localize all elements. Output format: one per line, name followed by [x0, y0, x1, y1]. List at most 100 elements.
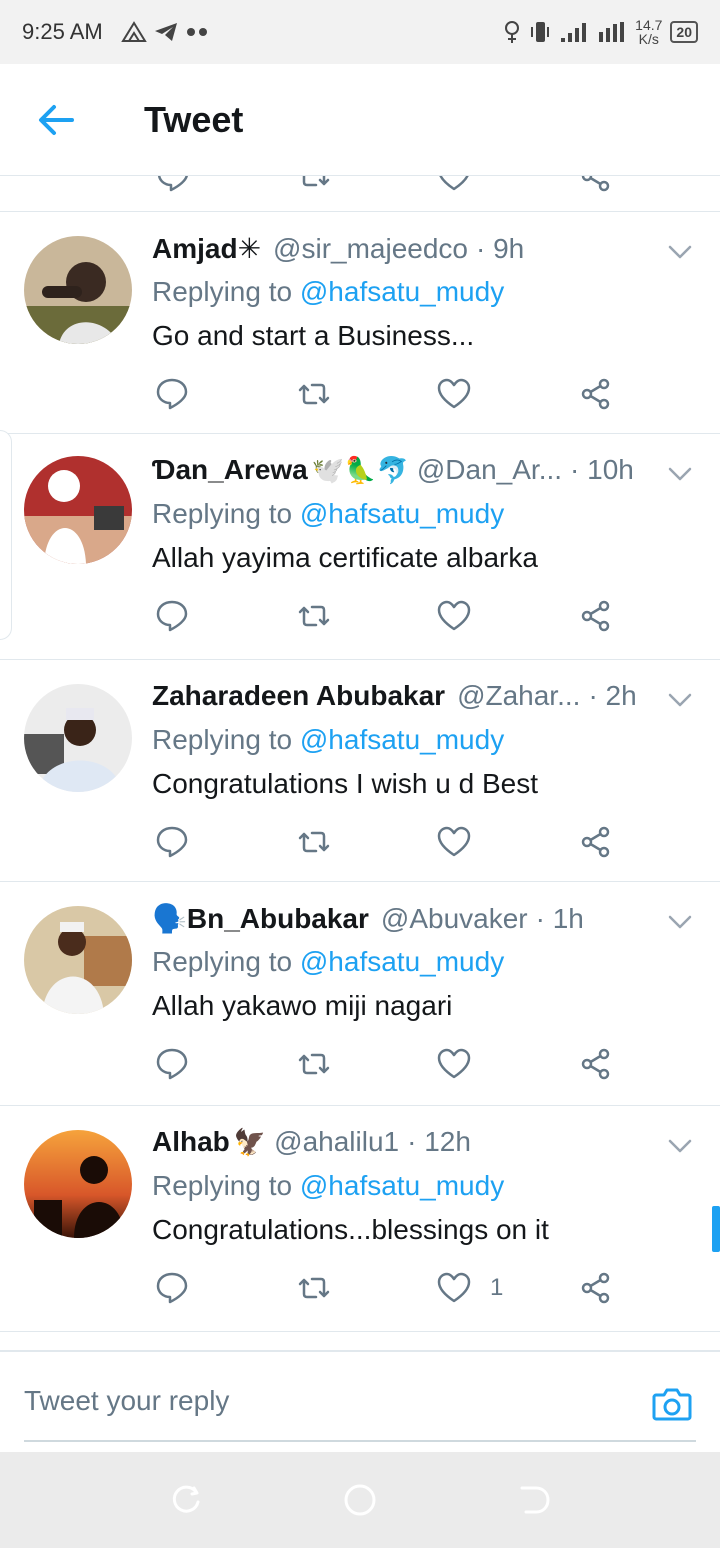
heart-icon	[437, 1048, 471, 1079]
compose-bar	[0, 1350, 720, 1450]
replying-to-label: Replying to	[152, 498, 293, 529]
compose-underline	[24, 1440, 696, 1442]
like-button[interactable]	[436, 1042, 490, 1086]
reply-button[interactable]	[154, 594, 190, 638]
reply-icon	[156, 600, 188, 632]
floating-edge-panel[interactable]	[0, 430, 12, 640]
display-name[interactable]: Zaharadeen Abubakar	[152, 680, 445, 712]
share-button[interactable]	[578, 372, 614, 416]
share-icon	[581, 826, 610, 858]
chevron-down-icon[interactable]	[666, 686, 694, 714]
reply-icon	[156, 1272, 188, 1304]
tweet-time: · 1h	[535, 903, 584, 934]
share-icon[interactable]	[578, 176, 614, 194]
tweet-actions	[152, 372, 632, 416]
share-button[interactable]	[578, 594, 614, 638]
reply-button[interactable]	[154, 820, 190, 864]
display-name[interactable]: Alhab	[152, 1126, 230, 1158]
retweet-icon[interactable]	[296, 176, 332, 194]
replying-to-handle[interactable]: @hafsatu_mudy	[300, 276, 504, 307]
tweet-text: Go and start a Business...	[152, 320, 475, 351]
like-count: 1	[490, 1274, 504, 1301]
avatar[interactable]	[24, 684, 132, 792]
replying-to-label: Replying to	[152, 276, 293, 307]
user-handle[interactable]: @Abuvaker	[381, 903, 528, 935]
chevron-down-icon[interactable]	[666, 238, 694, 266]
tweet-header: Amjad✳ @sir_majeedco · 9h	[152, 232, 650, 265]
replying-to-handle[interactable]: @hafsatu_mudy	[300, 724, 504, 755]
display-name[interactable]: Amjad✳	[152, 232, 261, 265]
network-speed-unit: K/s	[638, 31, 659, 47]
alert-triangle-icon	[120, 21, 147, 42]
user-handle[interactable]: @ahalilu1	[274, 1126, 399, 1158]
signal-icon	[561, 23, 587, 42]
camera-icon[interactable]	[650, 1382, 694, 1426]
reply-button[interactable]	[154, 1266, 190, 1310]
reply-icon	[156, 826, 188, 858]
telegram-icon	[154, 23, 177, 41]
tweet-text: Congratulations I wish u d Best	[152, 768, 538, 799]
retweet-button[interactable]	[296, 1266, 332, 1310]
tweet-text: Allah yayima certificate albarka	[152, 542, 538, 573]
retweet-icon	[298, 1277, 330, 1299]
scrollbar[interactable]	[712, 1206, 720, 1252]
like-button[interactable]	[436, 820, 490, 864]
tweet-item[interactable]: Alhab 🦅 @ahalilu1 · 12h Replying to @haf…	[0, 1106, 720, 1332]
reply-input[interactable]	[24, 1352, 624, 1450]
retweet-icon	[298, 605, 330, 627]
avatar[interactable]	[24, 1130, 132, 1238]
tweet-time: · 9h	[476, 233, 525, 264]
display-name[interactable]: 🗣️Bn_Abubakar	[152, 902, 369, 935]
network-speed-value: 14.7	[635, 17, 663, 33]
tweet-actions	[152, 594, 632, 638]
share-button[interactable]	[578, 1266, 614, 1310]
reply-button[interactable]	[154, 372, 190, 416]
like-button[interactable]: 1	[436, 1266, 503, 1310]
share-button[interactable]	[578, 1042, 614, 1086]
avatar[interactable]	[24, 456, 132, 564]
avatar[interactable]	[24, 236, 132, 344]
display-name[interactable]: Ɗan_Arewa	[152, 454, 308, 486]
recent-apps-icon[interactable]	[168, 1482, 204, 1518]
reply-icon	[156, 1048, 188, 1080]
heart-icon	[437, 600, 471, 631]
reply-icon[interactable]	[155, 176, 191, 194]
retweet-icon	[298, 1053, 330, 1075]
user-handle[interactable]: @sir_majeedco	[273, 233, 468, 265]
like-button[interactable]	[436, 372, 490, 416]
retweet-button[interactable]	[296, 372, 332, 416]
retweet-button[interactable]	[296, 594, 332, 638]
user-handle[interactable]: @Dan_Ar...	[417, 454, 562, 486]
user-handle[interactable]: @Zahar...	[457, 680, 580, 712]
back-button[interactable]	[28, 92, 84, 148]
tweet-text: Allah yakawo miji nagari	[152, 990, 453, 1021]
share-icon	[581, 600, 610, 632]
retweet-button[interactable]	[296, 820, 332, 864]
chevron-down-icon[interactable]	[666, 908, 694, 936]
tweet-item[interactable]: Amjad✳ @sir_majeedco · 9h Replying to @h…	[0, 212, 720, 434]
more-dots-icon	[186, 28, 207, 36]
chevron-down-icon[interactable]	[666, 1132, 694, 1160]
reply-button[interactable]	[154, 1042, 190, 1086]
back-nav-icon[interactable]	[516, 1482, 552, 1518]
tweet-time: · 12h	[407, 1126, 471, 1157]
avatar[interactable]	[24, 906, 132, 1014]
replying-to-handle[interactable]: @hafsatu_mudy	[300, 498, 504, 529]
home-icon[interactable]	[342, 1482, 378, 1518]
alarm-icon	[505, 21, 520, 43]
replying-to-label: Replying to	[152, 946, 293, 977]
chevron-down-icon[interactable]	[666, 460, 694, 488]
heart-icon[interactable]	[436, 176, 472, 194]
tweet-item[interactable]: 🗣️Bn_Abubakar @Abuvaker · 1h Replying to…	[0, 882, 720, 1106]
retweet-button[interactable]	[296, 1042, 332, 1086]
share-button[interactable]	[578, 820, 614, 864]
tweet-header: Zaharadeen Abubakar @Zahar... · 2h	[152, 680, 650, 712]
status-left-icons	[120, 21, 211, 43]
like-button[interactable]	[436, 594, 490, 638]
tweet-actions	[152, 820, 632, 864]
tweet-item[interactable]: Ɗan_Arewa 🕊️🦜🐬 @Dan_Ar... · 10h Replying…	[0, 434, 720, 660]
replying-to-handle[interactable]: @hafsatu_mudy	[300, 1170, 504, 1201]
share-icon	[581, 378, 610, 410]
tweet-item[interactable]: Zaharadeen Abubakar @Zahar... · 2h Reply…	[0, 660, 720, 882]
replying-to-handle[interactable]: @hafsatu_mudy	[300, 946, 504, 977]
